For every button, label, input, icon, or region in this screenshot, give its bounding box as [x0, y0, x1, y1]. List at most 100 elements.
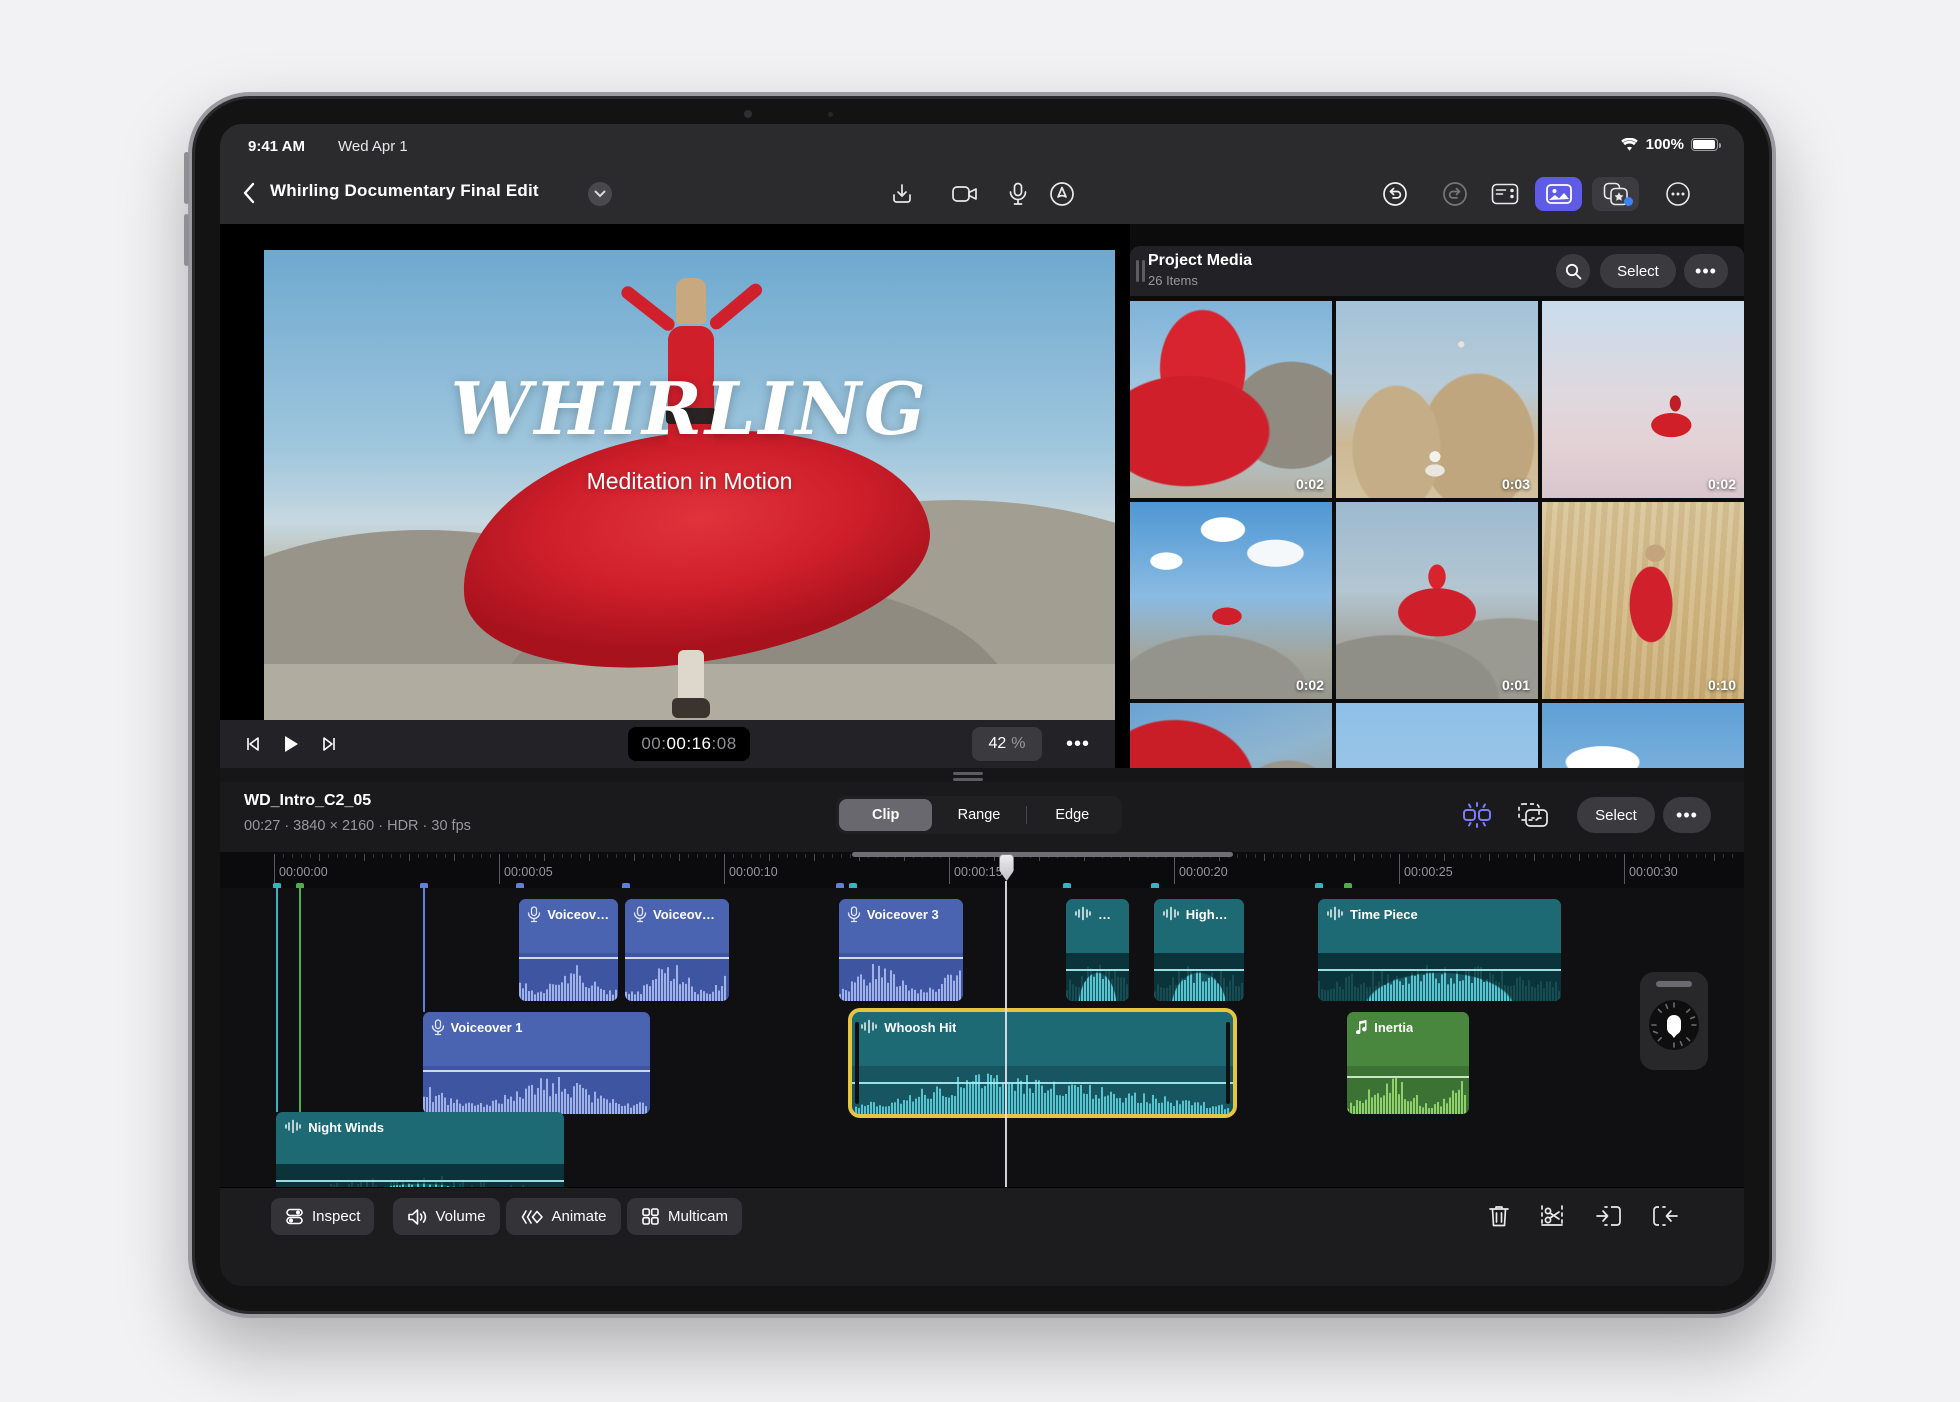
jog-wheel-panel[interactable] — [1640, 972, 1708, 1070]
panel-resize-grip[interactable] — [1136, 260, 1145, 282]
split-clip-icon[interactable] — [1535, 1200, 1569, 1232]
inspect-button[interactable]: Inspect — [271, 1198, 375, 1235]
volume-line[interactable] — [519, 957, 619, 959]
timeline-clip-night-winds[interactable]: Night Winds — [276, 1112, 565, 1187]
media-thumbnail[interactable] — [1542, 703, 1744, 768]
media-thumbnail[interactable]: 0:02 — [1130, 502, 1332, 699]
timeline-ruler[interactable]: 00:00:00 00:00:05 00:00:10 00:00:15 00:00:20… — [220, 852, 1744, 888]
animate-button[interactable]: Animate — [505, 1198, 621, 1235]
ruler-tick — [949, 854, 950, 884]
app-screen: 9:41 AM Wed Apr 1 100% Whirling Document… — [220, 124, 1744, 1286]
record-voiceover-icon[interactable] — [1000, 177, 1036, 211]
ipad-device: 9:41 AM Wed Apr 1 100% Whirling Document… — [184, 92, 1776, 1318]
zoom-level-control[interactable]: 42% — [972, 727, 1042, 761]
overwrite-clip-icon[interactable] — [1648, 1200, 1682, 1232]
timeline-clip-inertia[interactable]: Inertia — [1347, 1012, 1469, 1114]
project-menu-chevron[interactable] — [588, 182, 612, 206]
ruler-tick — [517, 854, 518, 858]
volume-line[interactable] — [276, 1180, 565, 1182]
fade-envelope — [1153, 953, 1244, 1001]
dervish-arm — [618, 283, 678, 334]
project-title[interactable]: Whirling Documentary Final Edit — [270, 181, 539, 201]
ruler-tick — [1516, 854, 1517, 858]
import-media-icon[interactable] — [884, 177, 920, 211]
volume-line[interactable] — [1347, 1076, 1469, 1078]
ruler-tick — [463, 854, 464, 858]
timeline-clip--[interactable]: … — [1066, 899, 1129, 1001]
timeline-select-button[interactable]: Select — [1577, 797, 1655, 833]
insert-clip-icon[interactable] — [1592, 1200, 1626, 1232]
timeline-clip-whoosh-hit[interactable]: Whoosh Hit — [852, 1012, 1233, 1114]
media-select-button[interactable]: Select — [1600, 254, 1676, 288]
timeline-clip-voiceover-2[interactable]: Voiceover 2 — [625, 899, 729, 1001]
timeline-clip-voiceover-2[interactable]: Voiceover 2 — [519, 899, 619, 1001]
multicam-icon — [641, 1207, 660, 1226]
timeline-clip-voiceover-3[interactable]: Voiceover 3 — [838, 899, 963, 1001]
volume-line[interactable] — [1318, 969, 1561, 971]
viewer-more-button[interactable]: ••• — [1056, 727, 1100, 761]
wave-icon — [860, 1019, 878, 1034]
ruler-tick — [400, 854, 401, 858]
clip-label: Night Winds — [308, 1120, 384, 1135]
volume-line[interactable] — [1153, 969, 1244, 971]
video-preview[interactable]: WHIRLING Meditation in Motion — [264, 250, 1115, 720]
media-thumbnail[interactable] — [1336, 703, 1538, 768]
status-bar: 9:41 AM Wed Apr 1 100% — [220, 124, 1744, 166]
inspector-panel-icon[interactable] — [1487, 177, 1523, 211]
ruler-tick — [1669, 854, 1670, 861]
edit-mode-tab-edge[interactable]: Edge — [1025, 799, 1119, 831]
media-browser-button[interactable] — [1535, 177, 1582, 211]
ruler-tick — [841, 854, 842, 858]
timeline-clip-voiceover-1[interactable]: Voiceover 1 — [422, 1012, 650, 1114]
redo-icon[interactable] — [1437, 177, 1473, 211]
volume-line[interactable] — [1066, 969, 1129, 971]
trim-handle-right[interactable] — [1225, 1022, 1230, 1104]
ruler-tick — [1534, 854, 1535, 861]
jog-drag-handle[interactable] — [1656, 981, 1692, 987]
timeline-clip-time-piece[interactable]: Time Piece — [1318, 899, 1561, 1001]
jog-dial[interactable] — [1647, 998, 1701, 1052]
volume-line[interactable] — [625, 957, 729, 959]
timeline-clip-high-[interactable]: High… — [1153, 899, 1244, 1001]
undo-icon[interactable] — [1377, 177, 1413, 211]
multicam-button[interactable]: Multicam — [627, 1198, 743, 1235]
clip-connection-stem — [298, 888, 301, 1112]
timecode-display[interactable]: 00: 00:16:08 — [628, 727, 750, 761]
ruler-tick — [1723, 854, 1724, 858]
ruler-tick — [292, 854, 293, 858]
media-panel-header: Project Media 26 Items Select ••• — [1130, 246, 1744, 296]
media-thumbnail[interactable]: 0:02 — [1542, 301, 1744, 498]
media-thumbnail[interactable]: 0:03 — [1336, 301, 1538, 498]
media-more-button[interactable]: ••• — [1684, 254, 1728, 288]
media-thumbnail[interactable] — [1130, 703, 1332, 768]
volume-button[interactable]: Volume — [392, 1198, 500, 1235]
edit-mode-tab-range[interactable]: Range — [932, 799, 1025, 831]
trim-handle-left[interactable] — [855, 1022, 860, 1104]
ruler-tick — [1471, 854, 1472, 858]
volume-line[interactable] — [838, 957, 963, 959]
volume-line[interactable] — [852, 1082, 1233, 1084]
search-button[interactable] — [1556, 254, 1590, 288]
pane-divider-handle[interactable] — [953, 772, 983, 782]
edit-mode-tab-clip[interactable]: Clip — [839, 799, 933, 831]
titles-effects-button[interactable] — [1592, 177, 1639, 211]
magnetic-timeline-icon[interactable] — [1459, 798, 1495, 832]
volume-up-button — [184, 152, 189, 204]
timeline-more-button[interactable]: ••• — [1663, 797, 1711, 833]
ruler-tick — [544, 854, 545, 861]
skip-to-start-button[interactable] — [234, 726, 272, 762]
ruler-label: 00:00:15 — [954, 865, 1003, 879]
more-menu-icon[interactable] — [1660, 177, 1696, 211]
play-button[interactable] — [272, 726, 310, 762]
media-thumbnail[interactable]: 0:02 — [1130, 301, 1332, 498]
paste-overwrite-icon[interactable] — [1515, 798, 1551, 832]
media-thumbnail[interactable]: 0:01 — [1336, 502, 1538, 699]
skip-to-end-button[interactable] — [310, 726, 348, 762]
back-button[interactable] — [230, 174, 266, 212]
pencil-tool-icon[interactable] — [1044, 177, 1080, 211]
mic-icon — [527, 906, 541, 923]
record-video-icon[interactable] — [947, 177, 983, 211]
delete-clip-icon[interactable] — [1482, 1200, 1516, 1232]
volume-line[interactable] — [422, 1070, 650, 1072]
media-thumbnail[interactable]: 0:10 — [1542, 502, 1744, 699]
